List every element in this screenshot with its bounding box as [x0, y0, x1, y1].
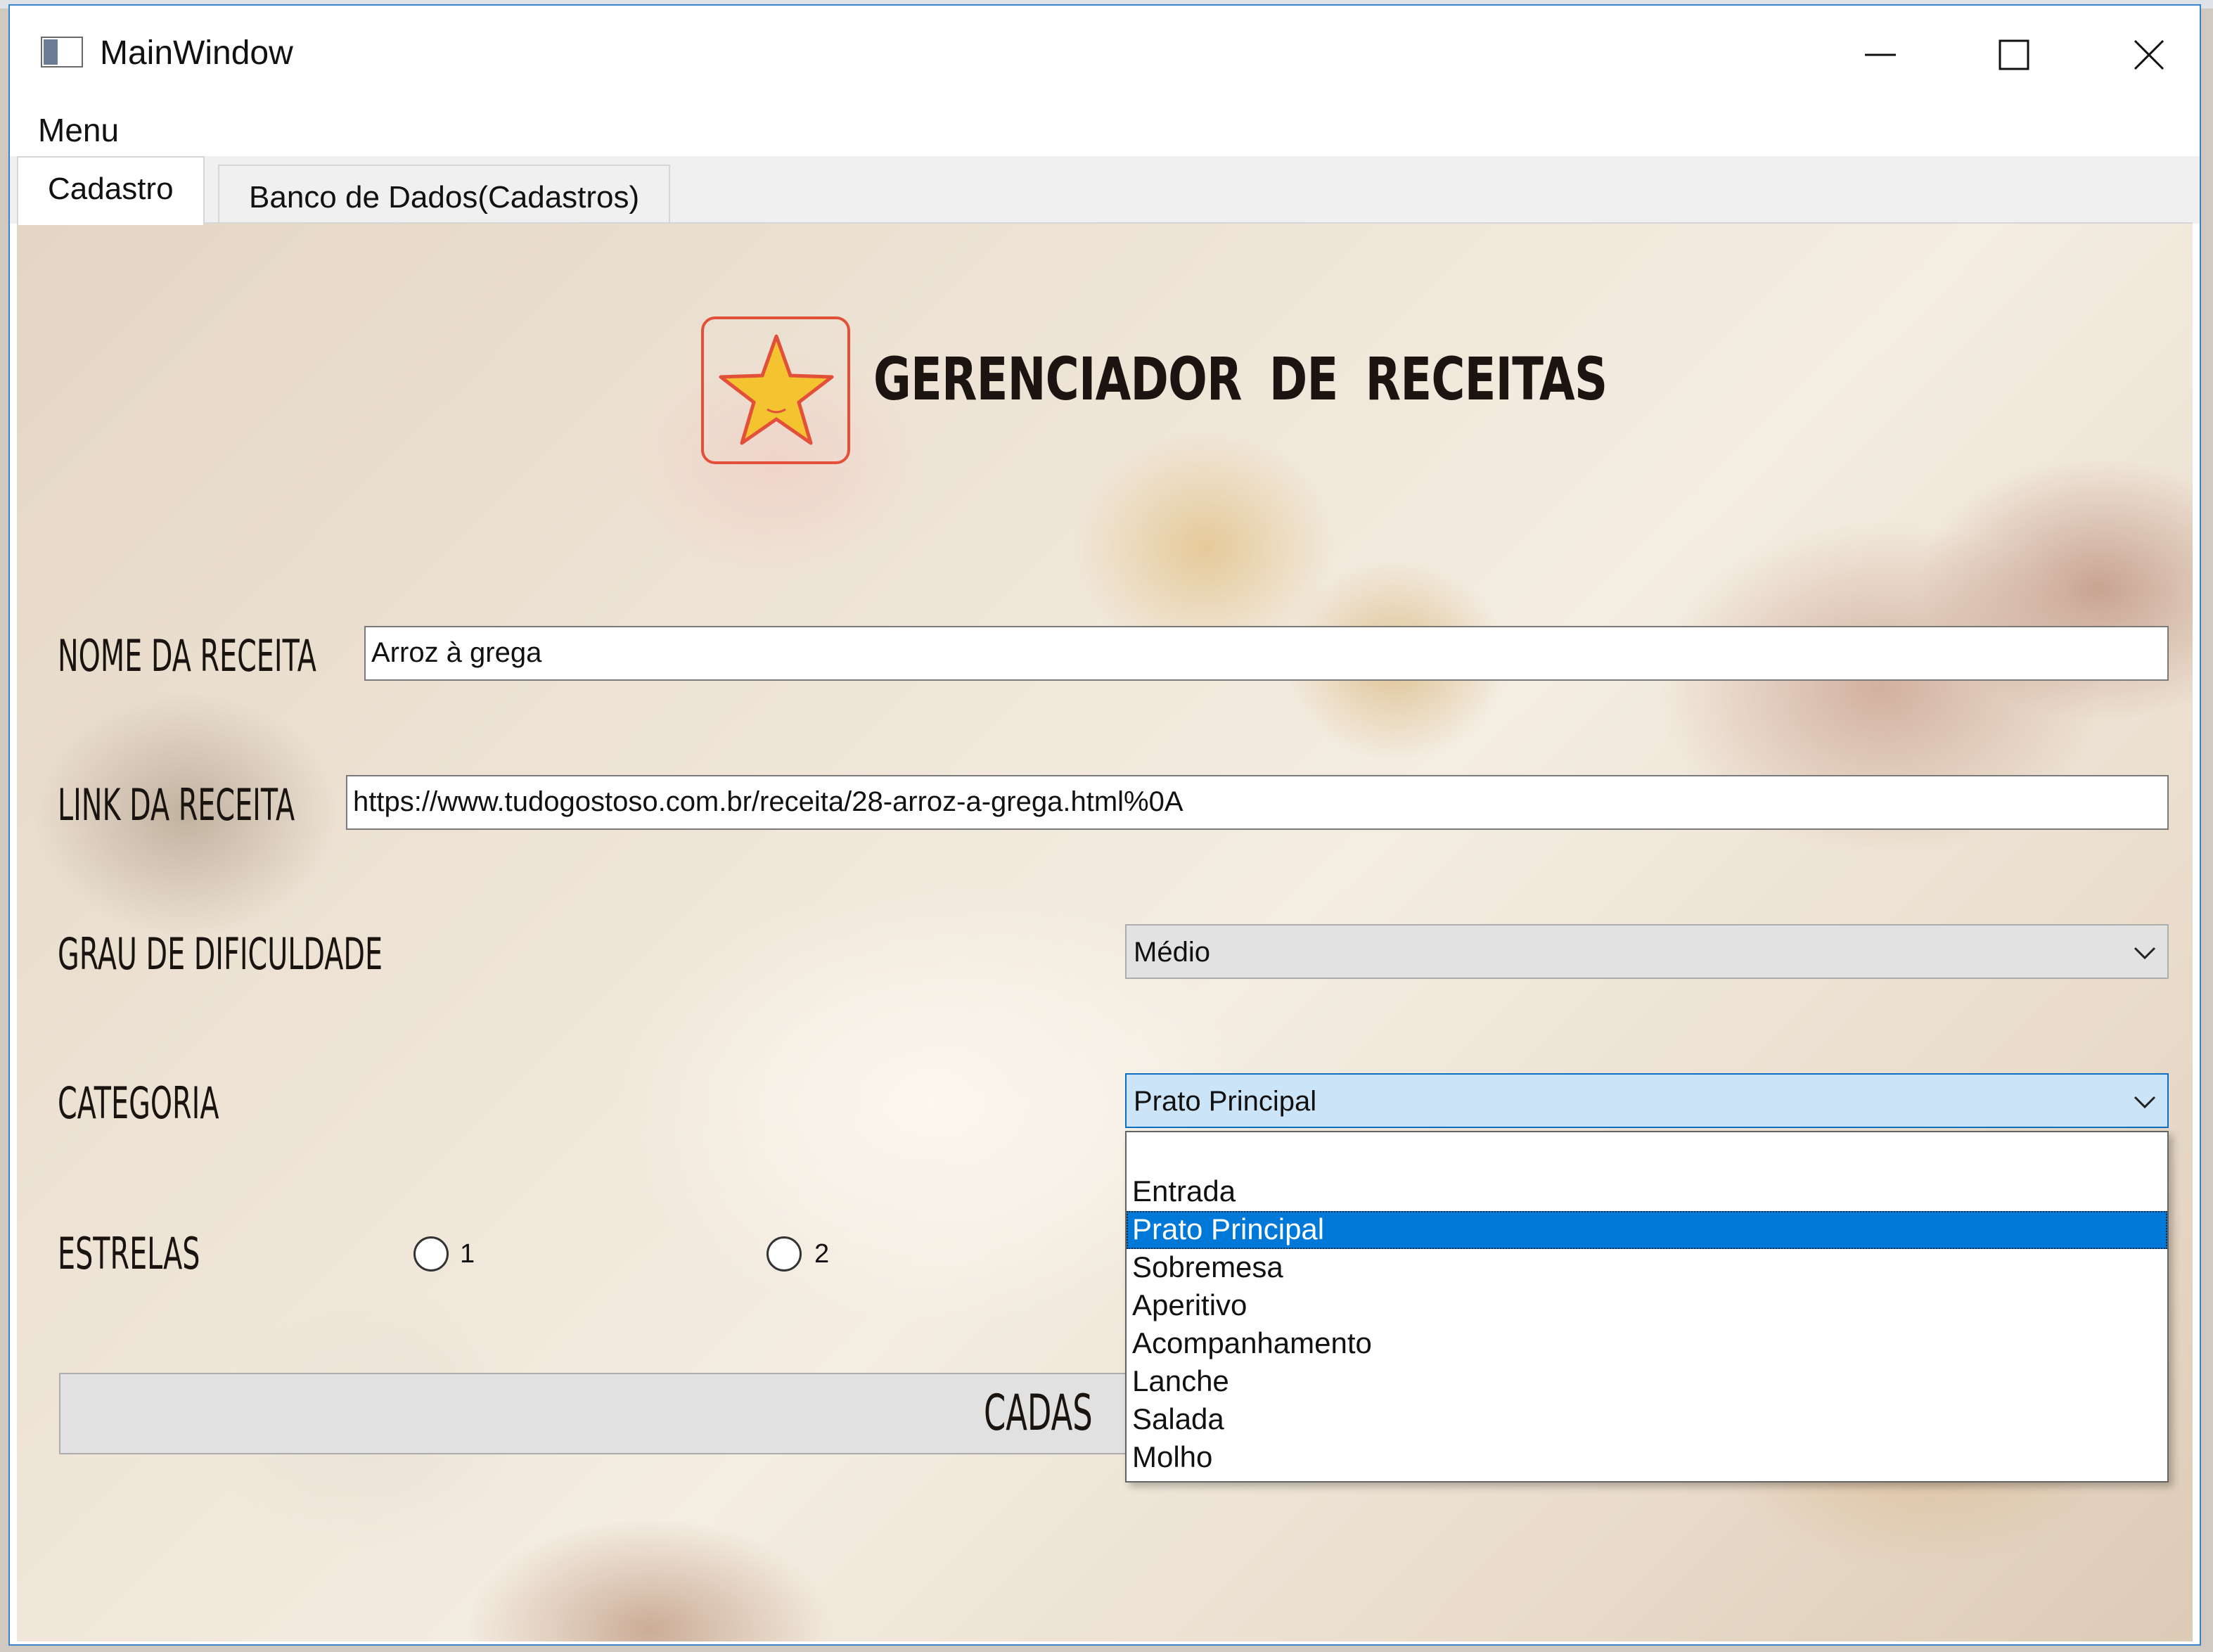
- dropdown-option-salada[interactable]: Salada: [1127, 1401, 2167, 1439]
- category-label: CATEGORIA: [58, 1077, 219, 1129]
- stars-label: ESTRELAS: [58, 1228, 200, 1279]
- recipe-link-label: LINK DA RECEITA: [58, 779, 295, 831]
- star-radio-2[interactable]: [766, 1236, 802, 1272]
- difficulty-select[interactable]: Médio: [1125, 924, 2169, 979]
- menu-item-menu[interactable]: Menu: [38, 111, 119, 149]
- dropdown-option-entrada[interactable]: Entrada: [1127, 1173, 2167, 1211]
- category-dropdown-list: Entrada Prato Principal Sobremesa Aperit…: [1125, 1131, 2169, 1483]
- maximize-icon: [1999, 39, 2029, 70]
- star-radio-2-label: 2: [814, 1239, 830, 1269]
- page-title: GERENCIADOR DE RECEITAS: [873, 345, 1608, 414]
- dropdown-option-acompanhamento[interactable]: Acompanhamento: [1127, 1325, 2167, 1363]
- dropdown-option-prato-principal[interactable]: Prato Principal: [1127, 1211, 2167, 1249]
- tab-cadastro[interactable]: Cadastro: [17, 156, 205, 225]
- star-icon: [719, 334, 834, 445]
- star-radio-1-label: 1: [460, 1239, 475, 1269]
- app-logo: [701, 316, 850, 464]
- chevron-down-icon: [2134, 947, 2156, 960]
- tab-bar: Cadastro Banco de Dados(Cadastros): [10, 156, 2200, 225]
- dropdown-option-aperitivo[interactable]: Aperitivo: [1127, 1287, 2167, 1325]
- dropdown-option-lanche[interactable]: Lanche: [1127, 1363, 2167, 1401]
- submit-button-label: CADAS: [984, 1384, 1093, 1442]
- cadastro-panel: GERENCIADOR DE RECEITAS NOME DA RECEITA …: [17, 222, 2193, 1641]
- close-icon: [2134, 39, 2164, 70]
- minimize-button[interactable]: [1838, 20, 1923, 90]
- dropdown-option-molho[interactable]: Molho: [1127, 1439, 2167, 1477]
- recipe-name-label: NOME DA RECEITA: [58, 630, 316, 681]
- category-select[interactable]: Prato Principal: [1125, 1073, 2169, 1128]
- app-window-icon: [41, 37, 83, 68]
- recipe-name-input[interactable]: Arroz à grega: [364, 626, 2169, 681]
- close-button[interactable]: [2107, 20, 2191, 90]
- dropdown-option-sobremesa[interactable]: Sobremesa: [1127, 1249, 2167, 1287]
- star-radio-1[interactable]: [413, 1236, 449, 1272]
- tab-banco-de-dados[interactable]: Banco de Dados(Cadastros): [218, 165, 671, 224]
- main-window: MainWindow Menu Cadastro Banco de Dados(…: [8, 4, 2201, 1646]
- menu-bar: Menu: [10, 101, 2200, 156]
- recipe-link-input[interactable]: https://www.tudogostoso.com.br/receita/2…: [346, 775, 2169, 830]
- category-select-value: Prato Principal: [1134, 1086, 1317, 1117]
- maximize-button[interactable]: [1972, 20, 2056, 90]
- dropdown-option-empty[interactable]: [1127, 1135, 2167, 1173]
- chevron-down-icon: [2134, 1096, 2156, 1109]
- window-title: MainWindow: [100, 34, 293, 72]
- minimize-icon: [1865, 53, 1896, 56]
- difficulty-label: GRAU DE DIFICULDADE: [58, 928, 383, 980]
- difficulty-select-value: Médio: [1134, 937, 1210, 968]
- title-bar[interactable]: MainWindow: [10, 6, 2200, 96]
